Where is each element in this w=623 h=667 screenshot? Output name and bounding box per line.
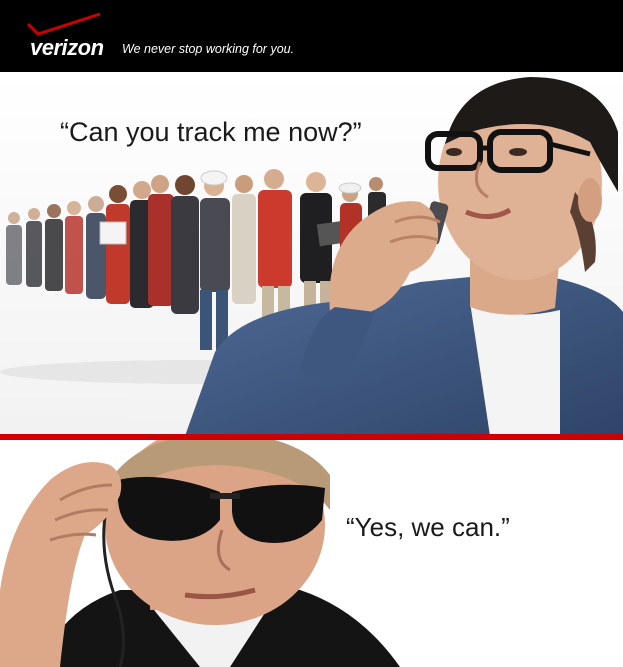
tagline: We never stop working for you. [122, 42, 295, 56]
security-agent-illustration [0, 440, 623, 667]
verizon-logo: verizon [30, 35, 104, 60]
quote-top: “Can you track me now?” [60, 117, 362, 147]
quote-bottom: “Yes, we can.” [346, 512, 510, 542]
ad-panel-bottom [0, 440, 623, 667]
header-bar: verizon We never stop working for you. [0, 0, 623, 72]
